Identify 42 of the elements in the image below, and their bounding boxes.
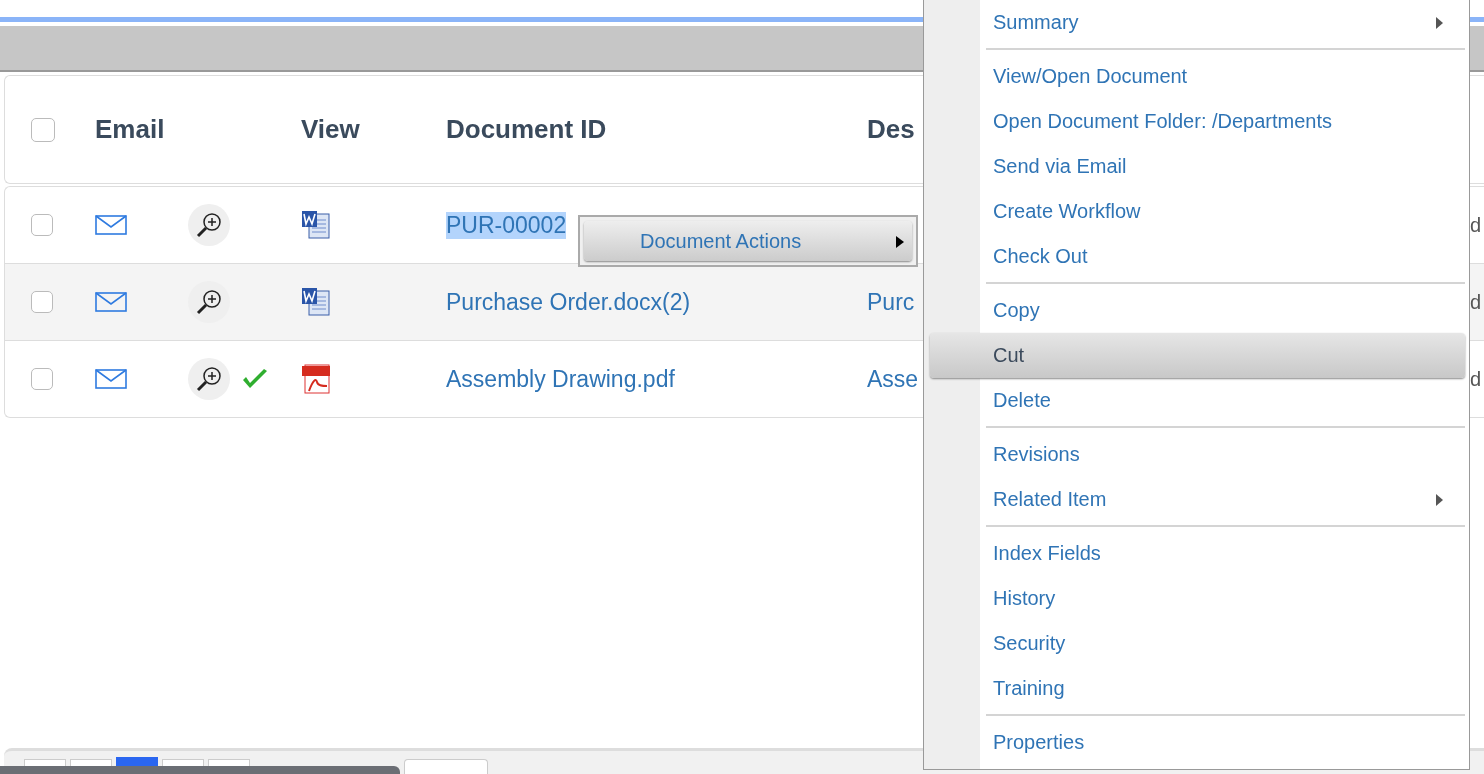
menu-item[interactable]: Open Document Folder: /Departments	[930, 99, 1465, 144]
email-icon[interactable]	[95, 292, 127, 312]
description-text: Asse	[867, 365, 919, 393]
word-document-icon[interactable]	[301, 210, 331, 240]
row-checkbox[interactable]	[31, 214, 53, 236]
email-icon[interactable]	[95, 215, 127, 235]
menu-item[interactable]: Delete	[930, 378, 1465, 423]
column-header[interactable]: Document ID	[441, 76, 856, 183]
select-all-checkbox[interactable]	[31, 117, 55, 142]
menu-item[interactable]: Send via Email	[930, 144, 1465, 189]
row-checkbox[interactable]	[31, 291, 53, 313]
pdf-document-icon[interactable]	[301, 364, 331, 394]
email-icon[interactable]	[95, 369, 127, 389]
description-text: Purc	[867, 288, 915, 316]
menu-item[interactable]: Related Item	[930, 477, 1465, 522]
menu-item[interactable]: Create Workflow	[930, 189, 1465, 234]
page-button[interactable]	[116, 757, 158, 766]
menu-item[interactable]: Copy	[930, 288, 1465, 333]
document-actions-menu-item[interactable]: Document Actions	[584, 221, 912, 261]
document-link[interactable]: PUR-00002	[446, 211, 567, 239]
menu-item[interactable]: Check Out	[930, 234, 1465, 279]
table-cell: d	[1469, 367, 1481, 391]
menu-item[interactable]: View/Open Document	[930, 54, 1465, 99]
zoom-in-icon[interactable]	[188, 204, 230, 246]
column-header[interactable]: Email	[81, 76, 181, 183]
menu-item[interactable]: Training	[930, 666, 1465, 711]
menu-item[interactable]: Cut	[930, 333, 1465, 378]
table-cell: d	[1469, 290, 1481, 314]
menu-item[interactable]: Revisions	[930, 432, 1465, 477]
menu-item[interactable]: Security	[930, 621, 1465, 666]
menu-item[interactable]: Index Fields	[930, 531, 1465, 576]
zoom-in-icon[interactable]	[188, 358, 230, 400]
row-checkbox[interactable]	[31, 368, 53, 390]
table-cell: d	[1469, 213, 1481, 237]
column-header[interactable]: View	[286, 76, 441, 183]
menu-item[interactable]: Properties	[930, 720, 1465, 765]
document-link[interactable]: Purchase Order.docx(2)	[446, 288, 691, 316]
document-link[interactable]: Assembly Drawing.pdf	[446, 365, 675, 393]
page-size-field[interactable]	[404, 759, 488, 774]
word-document-icon[interactable]	[301, 287, 331, 317]
menu-item[interactable]: Summary	[930, 0, 1465, 45]
menu-item[interactable]: History	[930, 576, 1465, 621]
